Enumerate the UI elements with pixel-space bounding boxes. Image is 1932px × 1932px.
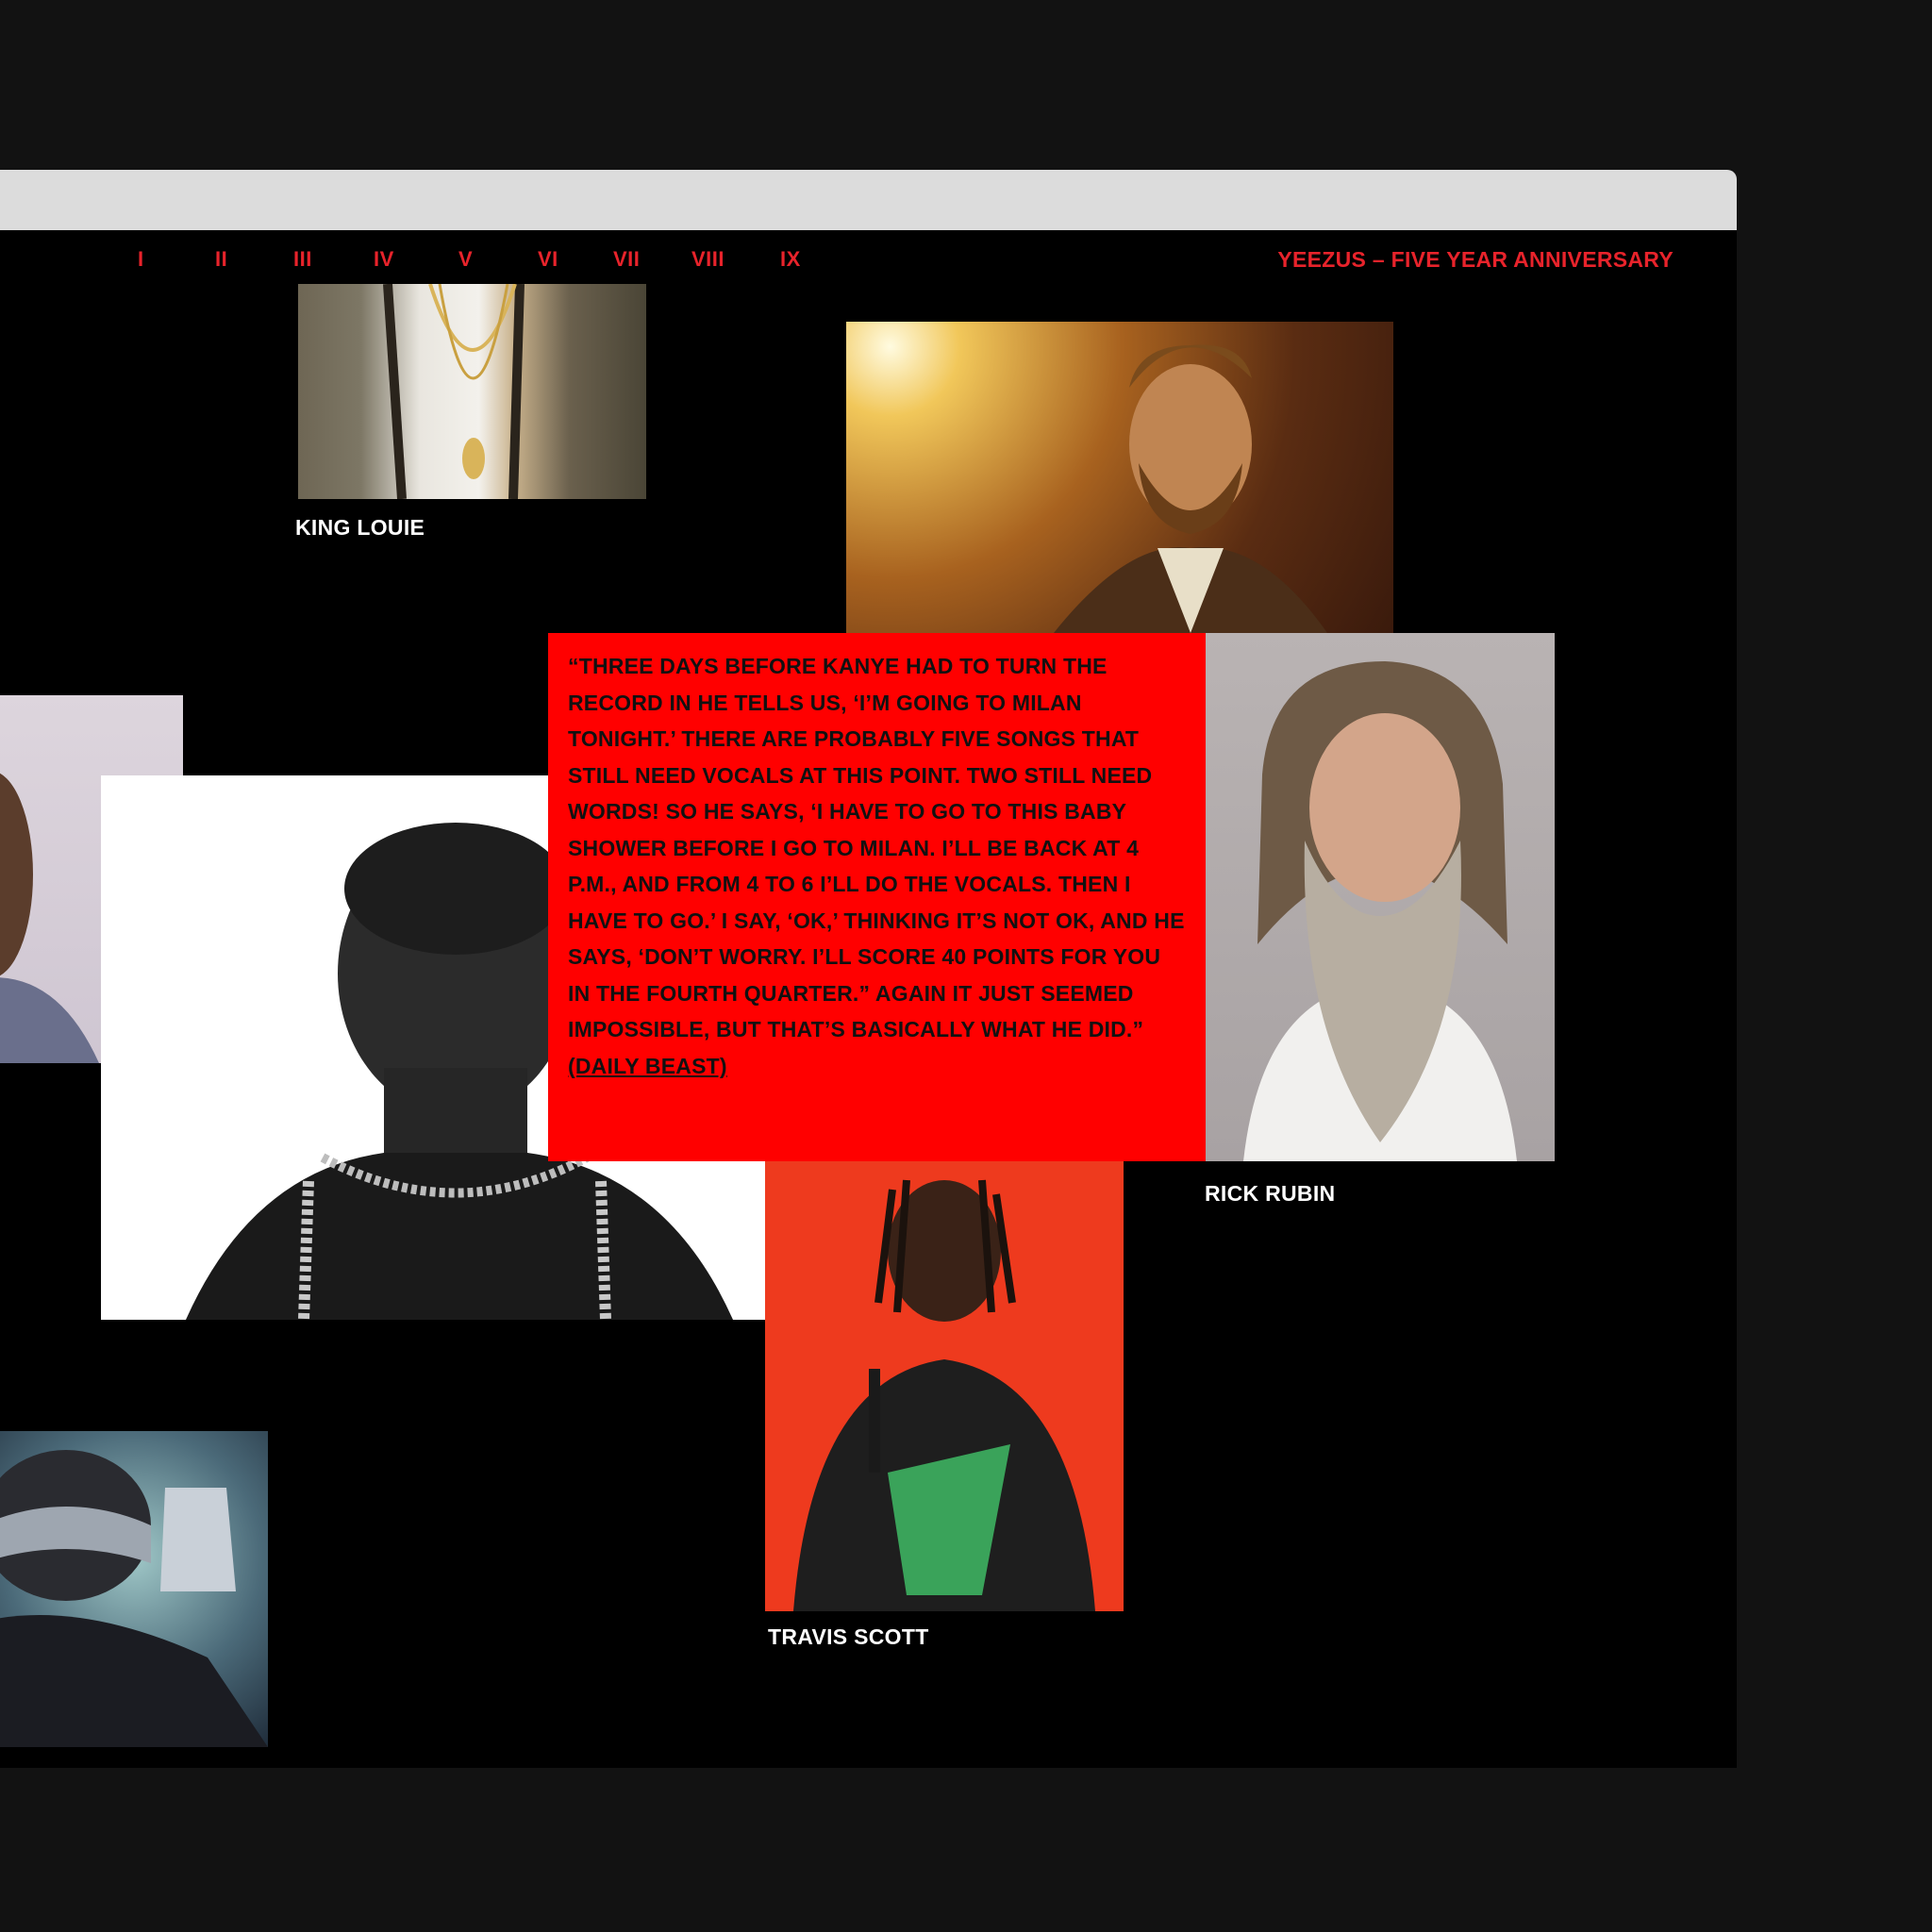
site-title[interactable]: YEEZUS – FIVE YEAR ANNIVERSARY xyxy=(1277,247,1674,273)
nav-item-ix[interactable]: IX xyxy=(780,247,801,272)
nav-item-ii[interactable]: II xyxy=(215,247,227,272)
quote-text: “THREE DAYS BEFORE KANYE HAD TO TURN THE… xyxy=(568,648,1187,1084)
caption-travis-scott: TRAVIS SCOTT xyxy=(768,1624,929,1649)
daft-punk-photo[interactable] xyxy=(0,1431,268,1747)
page-viewport: I II III IV V VI VII VIII IX YEEZUS – FI… xyxy=(0,230,1737,1768)
quote-source-link[interactable]: (DAILY BEAST) xyxy=(568,1054,727,1078)
nav-item-v[interactable]: V xyxy=(458,247,473,272)
justin-vernon-photo[interactable] xyxy=(846,322,1393,633)
nav-item-vi[interactable]: VI xyxy=(538,247,558,272)
king-louie-figure xyxy=(383,284,525,499)
rick-rubin-figure xyxy=(1243,661,1517,1161)
nav-item-iii[interactable]: III xyxy=(293,247,312,272)
nav-item-viii[interactable]: VIII xyxy=(691,247,724,272)
quote-body: “THREE DAYS BEFORE KANYE HAD TO TURN THE… xyxy=(568,654,1185,1041)
rick-rubin-photo[interactable] xyxy=(1206,633,1555,1161)
caption-king-louie: KING LOUIE xyxy=(295,515,425,540)
king-louie-photo[interactable] xyxy=(298,284,646,499)
nav-item-vii[interactable]: VII xyxy=(613,247,640,272)
chapter-nav: I II III IV V VI VII VIII IX xyxy=(0,247,849,285)
nav-item-i[interactable]: I xyxy=(138,247,144,272)
caption-rick-rubin: RICK RUBIN xyxy=(1205,1181,1336,1206)
browser-toolbar xyxy=(0,170,1737,230)
nav-item-iv[interactable]: IV xyxy=(374,247,394,272)
quote-card: “THREE DAYS BEFORE KANYE HAD TO TURN THE… xyxy=(548,633,1206,1161)
travis-scott-figure xyxy=(793,1179,1095,1611)
travis-scott-photo[interactable] xyxy=(765,1161,1124,1611)
justin-vernon-figure xyxy=(1054,344,1327,633)
daft-punk-figure xyxy=(0,1450,268,1747)
